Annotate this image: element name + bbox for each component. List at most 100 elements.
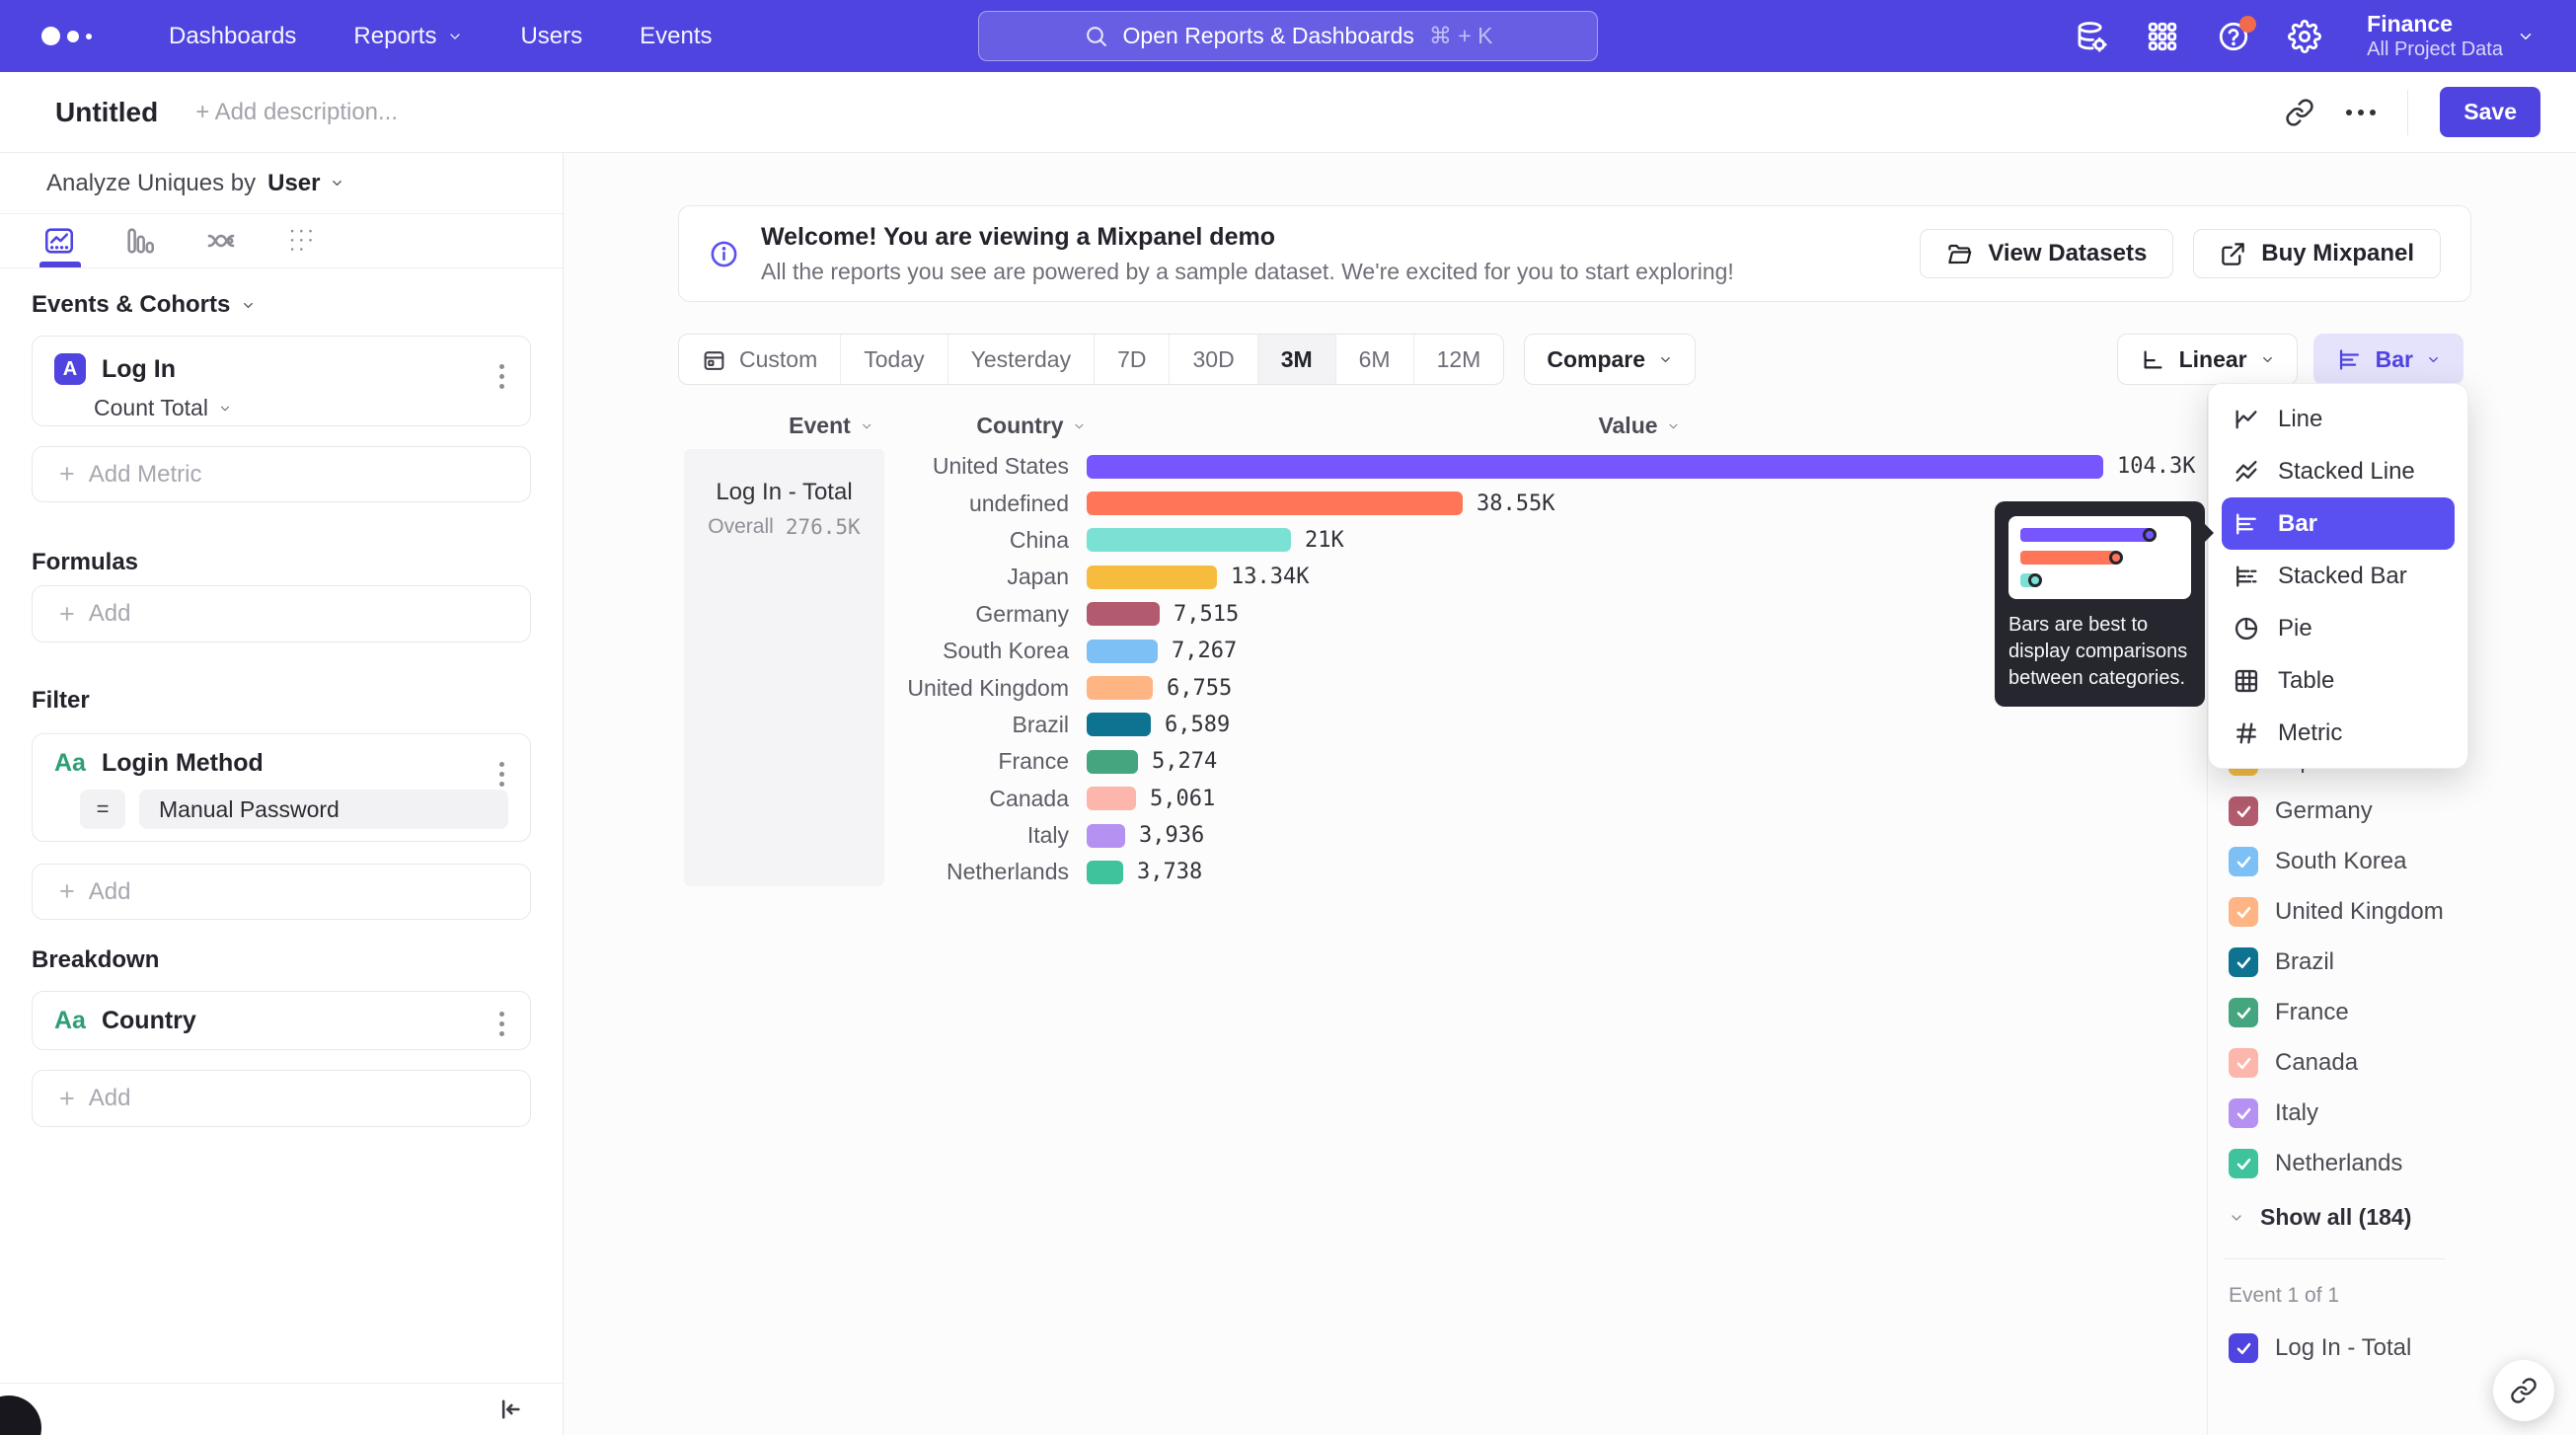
add-metric-button[interactable]: + Add Metric — [32, 446, 531, 502]
search-input[interactable]: Open Reports & Dashboards ⌘ + K — [978, 11, 1598, 61]
tab-retention[interactable] — [282, 221, 322, 261]
bar-canada[interactable] — [1087, 787, 1136, 810]
add-filter-button[interactable]: + Add — [32, 864, 531, 920]
filter-card-login-method[interactable]: Aa Login Method = Manual Password — [32, 733, 531, 842]
column-header-country[interactable]: Country — [976, 413, 1086, 439]
legend-item-germany[interactable]: Germany — [2208, 796, 2576, 826]
legend-item-italy[interactable]: Italy — [2208, 1098, 2576, 1128]
chart-row-italy: Italy 3,936 — [684, 817, 2204, 854]
column-header-value[interactable]: Value — [1598, 413, 1680, 439]
category-label: Japan — [684, 564, 1087, 590]
checkbox-checked[interactable] — [2229, 947, 2258, 977]
add-breakdown-button[interactable]: + Add — [32, 1070, 531, 1127]
legend-event-item[interactable]: Log In - Total — [2229, 1333, 2576, 1363]
event-name[interactable]: Log In — [102, 355, 176, 384]
range-7d[interactable]: 7D — [1095, 335, 1170, 384]
view-datasets-button[interactable]: View Datasets — [1920, 229, 2173, 278]
bar-germany[interactable] — [1087, 602, 1160, 626]
range-30d[interactable]: 30D — [1170, 335, 1257, 384]
checkbox-checked[interactable] — [2229, 897, 2258, 927]
filter-value-field[interactable]: Manual Password — [139, 790, 508, 829]
menu-item-metric[interactable]: Metric — [2209, 707, 2467, 759]
nav-item-dashboards[interactable]: Dashboards — [169, 23, 296, 50]
chart-row-canada: Canada 5,061 — [684, 781, 2204, 817]
checkbox-checked[interactable] — [2229, 796, 2258, 826]
range-today[interactable]: Today — [841, 335, 947, 384]
legend-item-netherlands[interactable]: Netherlands — [2208, 1149, 2576, 1178]
scale-dropdown[interactable]: Linear — [2117, 334, 2298, 385]
chevron-down-icon[interactable] — [241, 298, 256, 313]
project-switcher[interactable]: Finance All Project Data — [2367, 11, 2535, 62]
bar-united-states[interactable] — [1087, 455, 2103, 479]
range-12m[interactable]: 12M — [1414, 335, 1504, 384]
divider — [2224, 1258, 2446, 1259]
bar-south-korea[interactable] — [1087, 640, 1158, 663]
legend-item-canada[interactable]: Canada — [2208, 1048, 2576, 1078]
menu-item-bar[interactable]: Bar — [2222, 497, 2455, 550]
menu-item-stacked-line[interactable]: Stacked Line — [2209, 445, 2467, 497]
nav-item-events[interactable]: Events — [640, 23, 712, 50]
filter-property-name[interactable]: Login Method — [102, 749, 264, 778]
collapse-sidebar-icon[interactable] — [495, 1396, 523, 1423]
show-all-button[interactable]: Show all (184) — [2208, 1204, 2576, 1231]
description-placeholder[interactable]: + Add description... — [195, 99, 398, 126]
range-3m[interactable]: 3M — [1258, 335, 1336, 384]
checkbox-checked[interactable] — [2229, 847, 2258, 876]
chart-type-dropdown[interactable]: Bar — [2313, 334, 2463, 385]
buy-mixpanel-button[interactable]: Buy Mixpanel — [2193, 229, 2441, 278]
bar-italy[interactable] — [1087, 824, 1125, 848]
filter-operator-chip[interactable]: = — [80, 790, 125, 829]
legend-item-brazil[interactable]: Brazil — [2208, 947, 2576, 977]
bar-netherlands[interactable] — [1087, 861, 1123, 884]
kebab-menu-icon[interactable] — [495, 758, 508, 791]
compare-button[interactable]: Compare — [1524, 334, 1696, 385]
bar-china[interactable] — [1087, 528, 1291, 552]
bar-japan[interactable] — [1087, 566, 1217, 589]
check-icon — [2235, 1054, 2253, 1073]
bar-undefined[interactable] — [1087, 491, 1463, 515]
data-management-icon[interactable] — [2075, 20, 2108, 53]
breakdown-card-country[interactable]: Aa Country — [32, 991, 531, 1050]
menu-item-table[interactable]: Table — [2209, 654, 2467, 707]
checkbox-checked[interactable] — [2229, 998, 2258, 1027]
checkbox-checked[interactable] — [2229, 1048, 2258, 1078]
tab-flows[interactable] — [201, 221, 241, 261]
settings-gear-icon[interactable] — [2288, 20, 2321, 53]
range-yesterday[interactable]: Yesterday — [948, 335, 1095, 384]
menu-item-stacked-bar[interactable]: Stacked Bar — [2209, 550, 2467, 602]
report-title[interactable]: Untitled — [55, 97, 158, 128]
checkbox-checked[interactable] — [2229, 1333, 2258, 1363]
range-6m[interactable]: 6M — [1336, 335, 1414, 384]
copy-link-icon[interactable] — [2285, 98, 2314, 127]
range-custom[interactable]: Custom — [679, 335, 841, 384]
bar-value: 5,274 — [1152, 749, 1217, 774]
tab-funnels[interactable] — [120, 221, 160, 261]
column-header-event[interactable]: Event — [789, 413, 873, 439]
more-options-icon[interactable] — [2346, 98, 2376, 127]
bar-united-kingdom[interactable] — [1087, 676, 1153, 700]
legend-item-united-kingdom[interactable]: United Kingdom — [2208, 897, 2576, 927]
menu-item-line[interactable]: Line — [2209, 393, 2467, 445]
kebab-menu-icon[interactable] — [495, 360, 508, 393]
add-formula-button[interactable]: + Add — [32, 585, 531, 642]
bar-france[interactable] — [1087, 750, 1138, 774]
aggregation-dropdown[interactable]: Count Total — [94, 395, 508, 421]
menu-item-pie[interactable]: Pie — [2209, 602, 2467, 654]
nav-item-users[interactable]: Users — [520, 23, 582, 50]
checkbox-checked[interactable] — [2229, 1149, 2258, 1178]
checkbox-checked[interactable] — [2229, 1098, 2258, 1128]
share-link-fab[interactable] — [2493, 1360, 2554, 1421]
bar-brazil[interactable] — [1087, 713, 1151, 736]
legend-item-south-korea[interactable]: South Korea — [2208, 847, 2576, 876]
analyze-entity-dropdown[interactable]: User — [267, 170, 343, 197]
apps-grid-icon[interactable] — [2146, 20, 2179, 53]
kebab-menu-icon[interactable] — [495, 1008, 508, 1040]
mixpanel-logo-icon[interactable] — [41, 27, 92, 45]
metric-card-log-in[interactable]: A Log In Count Total — [32, 336, 531, 426]
tab-insights[interactable] — [39, 221, 79, 261]
nav-item-reports[interactable]: Reports — [353, 23, 463, 50]
breakdown-property-name[interactable]: Country — [102, 1007, 196, 1035]
save-button[interactable]: Save — [2440, 87, 2540, 137]
help-icon[interactable] — [2217, 20, 2250, 53]
legend-item-france[interactable]: France — [2208, 998, 2576, 1027]
